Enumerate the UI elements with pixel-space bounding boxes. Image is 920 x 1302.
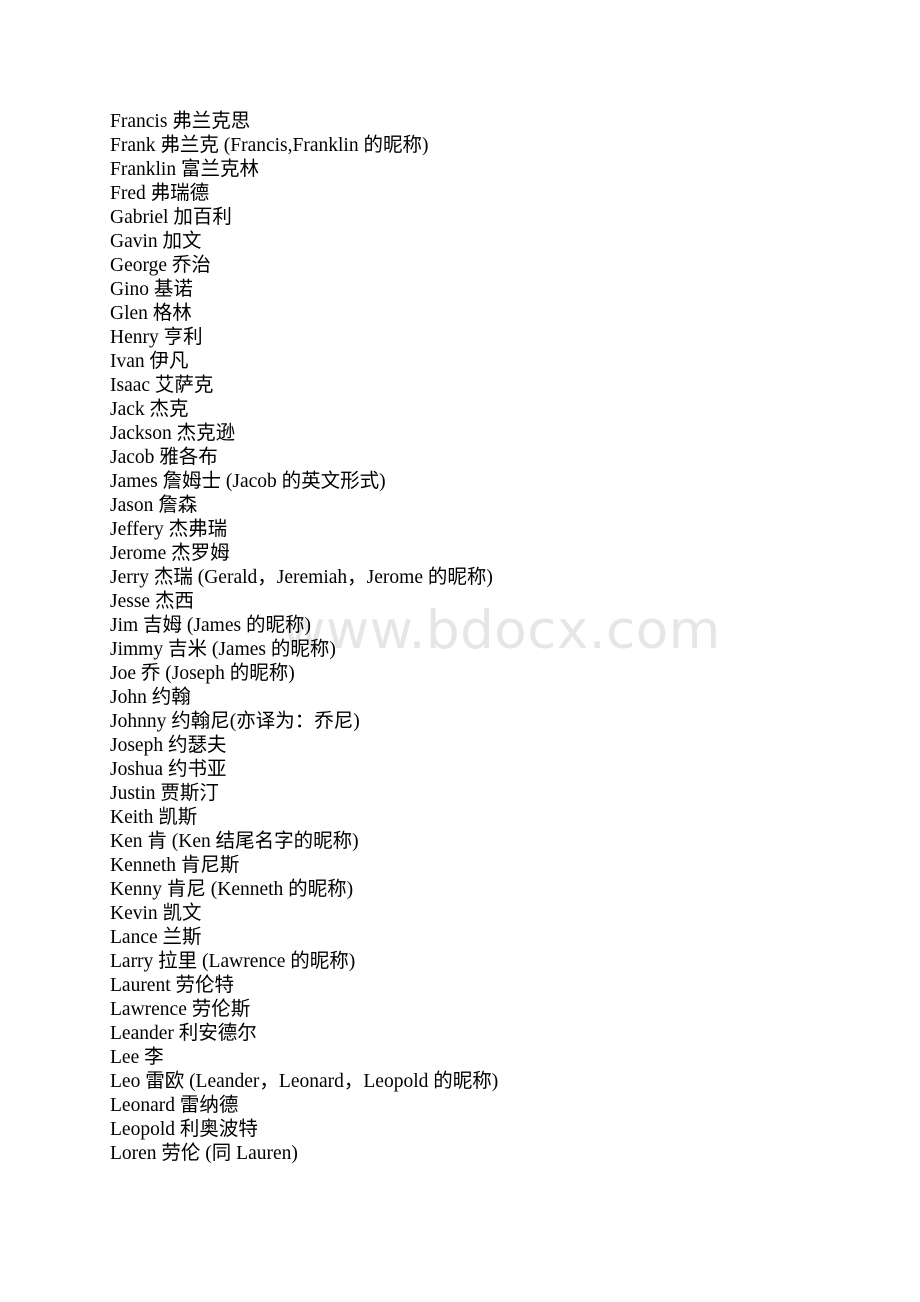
name-entry: Joseph 约瑟夫 — [110, 735, 227, 756]
name-entry: Jesse 杰西 — [110, 591, 194, 612]
name-entry: John 约翰 — [110, 687, 191, 708]
name-entry: Isaac 艾萨克 — [110, 375, 214, 396]
name-entry: Jerome 杰罗姆 — [110, 543, 230, 564]
name-entry: James 詹姆士 (Jacob 的英文形式) — [110, 471, 386, 492]
name-entry: Frank 弗兰克 (Francis,Franklin 的昵称) — [110, 135, 429, 156]
name-entry: Fred 弗瑞德 — [110, 183, 210, 204]
name-entry: Jerry 杰瑞 (Gerald，Jeremiah，Jerome 的昵称) — [110, 567, 493, 588]
document-page: www.bdocx.com Francis 弗兰克思 Frank 弗兰克 (Fra… — [0, 0, 920, 1302]
name-entry: Glen 格林 — [110, 303, 192, 324]
name-entry: Larry 拉里 (Lawrence 的昵称) — [110, 951, 356, 972]
name-entry: Jacob 雅各布 — [110, 447, 218, 468]
name-entry: Lawrence 劳伦斯 — [110, 999, 251, 1020]
name-entry: Jackson 杰克逊 — [110, 423, 236, 444]
name-entry: Laurent 劳伦特 — [110, 975, 235, 996]
name-entry: Justin 贾斯汀 — [110, 783, 219, 804]
name-entry: Jim 吉姆 (James 的昵称) — [110, 615, 311, 636]
name-entry: George 乔治 — [110, 255, 211, 276]
name-entry: Leander 利安德尔 — [110, 1023, 257, 1044]
name-entry: Gabriel 加百利 — [110, 207, 232, 228]
name-entry: Loren 劳伦 (同 Lauren) — [110, 1143, 298, 1164]
name-entry: Kevin 凯文 — [110, 903, 202, 924]
name-entry: Francis 弗兰克思 — [110, 111, 251, 132]
name-entry: Leonard 雷纳德 — [110, 1095, 239, 1116]
name-entry: Ken 肯 (Ken 结尾名字的昵称) — [110, 831, 359, 852]
name-entry: Leo 雷欧 (Leander，Leonard，Leopold 的昵称) — [110, 1071, 499, 1092]
name-entry: Kenny 肯尼 (Kenneth 的昵称) — [110, 879, 354, 900]
name-entry: Kenneth 肯尼斯 — [110, 855, 240, 876]
name-entry: Lee 李 — [110, 1047, 164, 1068]
name-entry: Lance 兰斯 — [110, 927, 202, 948]
name-entry: Joshua 约书亚 — [110, 759, 227, 780]
name-entry: Jason 詹森 — [110, 495, 198, 516]
name-entry: Gino 基诺 — [110, 279, 193, 300]
name-entry: Jack 杰克 — [110, 399, 189, 420]
name-entry: Franklin 富兰克林 — [110, 159, 259, 180]
name-entry: Jimmy 吉米 (James 的昵称) — [110, 639, 336, 660]
name-entry: Gavin 加文 — [110, 231, 202, 252]
name-list: Francis 弗兰克思 Frank 弗兰克 (Francis,Franklin … — [110, 110, 850, 1166]
name-entry: Henry 亨利 — [110, 327, 203, 348]
name-entry: Keith 凯斯 — [110, 807, 198, 828]
name-entry: Joe 乔 (Joseph 的昵称) — [110, 663, 295, 684]
name-entry: Leopold 利奥波特 — [110, 1119, 258, 1140]
name-entry: Johnny 约翰尼(亦译为：乔尼) — [110, 711, 360, 732]
name-entry: Ivan 伊凡 — [110, 351, 189, 372]
name-entry: Jeffery 杰弗瑞 — [110, 519, 228, 540]
